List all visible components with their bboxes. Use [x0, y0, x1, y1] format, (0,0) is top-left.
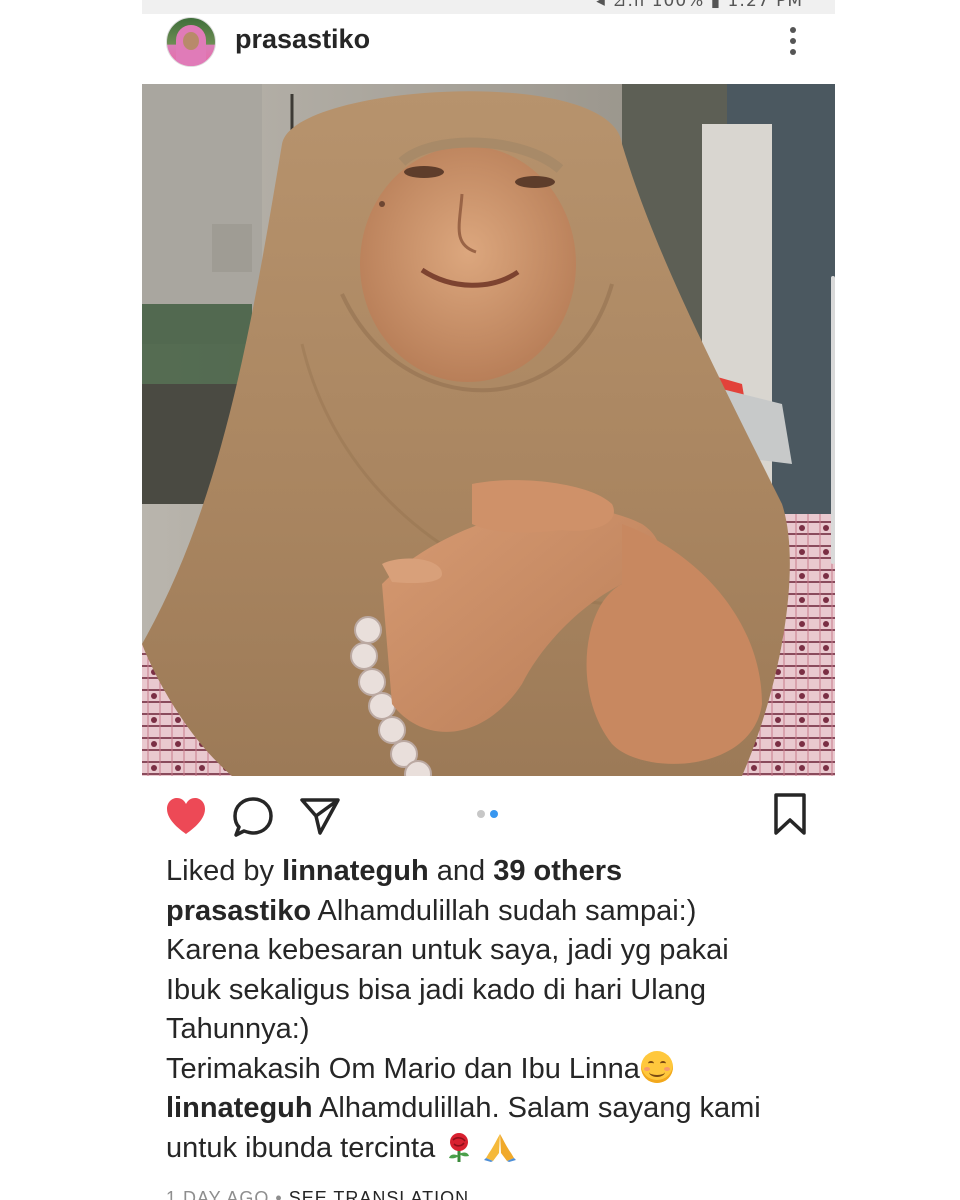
comment-username[interactable]: linnateguh — [166, 1092, 313, 1124]
more-options-icon[interactable] — [783, 25, 803, 57]
instagram-post-screen: ◂ ⊿.ıl 100% ▮ 1:27 PM prasastiko Liked b… — [142, 0, 835, 1200]
smiling-face-icon — [640, 1050, 673, 1083]
status-bar-text: ◂ ⊿.ıl 100% ▮ 1:27 PM — [596, 0, 803, 11]
carousel-dot[interactable] — [477, 810, 485, 818]
likes-user-link[interactable]: linnateguh — [282, 855, 429, 887]
folded-hands-icon — [484, 1133, 517, 1162]
likes-joiner: and — [436, 855, 486, 887]
caption-username[interactable]: prasastiko — [166, 895, 311, 927]
post-photo[interactable] — [142, 84, 835, 776]
heart-icon[interactable] — [165, 796, 207, 836]
comment-icon[interactable] — [232, 796, 274, 838]
bookmark-icon[interactable] — [772, 792, 808, 836]
post-details: Liked by linnateguh and 39 others prasas… — [166, 852, 816, 1168]
caption-line: Ibuk sekaligus bisa jadi kado di hari Ul… — [166, 973, 707, 1006]
caption-last-line: Terimakasih Om Mario dan Ibu Linna — [166, 1050, 816, 1090]
avatar[interactable] — [166, 17, 216, 67]
post-username[interactable]: prasastiko — [235, 24, 370, 55]
status-bar: ◂ ⊿.ıl 100% ▮ 1:27 PM — [142, 0, 835, 14]
avatar-face — [183, 32, 199, 50]
likes-others-link[interactable]: 39 others — [493, 855, 622, 887]
carousel-dot-active[interactable] — [490, 810, 498, 818]
post-photo-image — [142, 84, 835, 776]
meta-separator: • — [275, 1188, 283, 1200]
comment-first-line: linnateguh Alhamdulillah. Salam sayang k… — [166, 1089, 816, 1129]
comment-text: Alhamdulillah. Salam sayang kami — [319, 1092, 761, 1124]
comment-second-line: untuk ibunda tercinta — [166, 1129, 816, 1169]
caption-text: Alhamdulillah sudah sampai:) — [317, 894, 697, 927]
post-header: prasastiko — [142, 14, 835, 84]
share-icon[interactable] — [299, 796, 341, 836]
carousel-indicator — [477, 810, 501, 818]
caption-line: Karena kebesaran untuk saya, jadi yg pak… — [166, 934, 729, 966]
likes-line: Liked by linnateguh and 39 others — [166, 852, 816, 892]
caption-first-line: prasastiko Alhamdulillah sudah sampai:) — [166, 892, 816, 932]
see-translation-link[interactable]: SEE TRANSLATION — [289, 1188, 469, 1200]
caption-line: Tahunnya:) — [166, 1013, 310, 1045]
post-time: 1 DAY AGO — [166, 1188, 270, 1200]
caption-last-text: Terimakasih Om Mario dan Ibu Linna — [166, 1052, 640, 1085]
scroll-thumb[interactable] — [831, 276, 835, 564]
likes-prefix: Liked by — [166, 855, 275, 887]
comment-text-continued: untuk ibunda tercinta — [166, 1131, 436, 1164]
rose-icon — [449, 1132, 470, 1162]
post-actions — [142, 776, 835, 856]
post-meta: 1 DAY AGO • SEE TRANSLATION — [166, 1188, 469, 1200]
